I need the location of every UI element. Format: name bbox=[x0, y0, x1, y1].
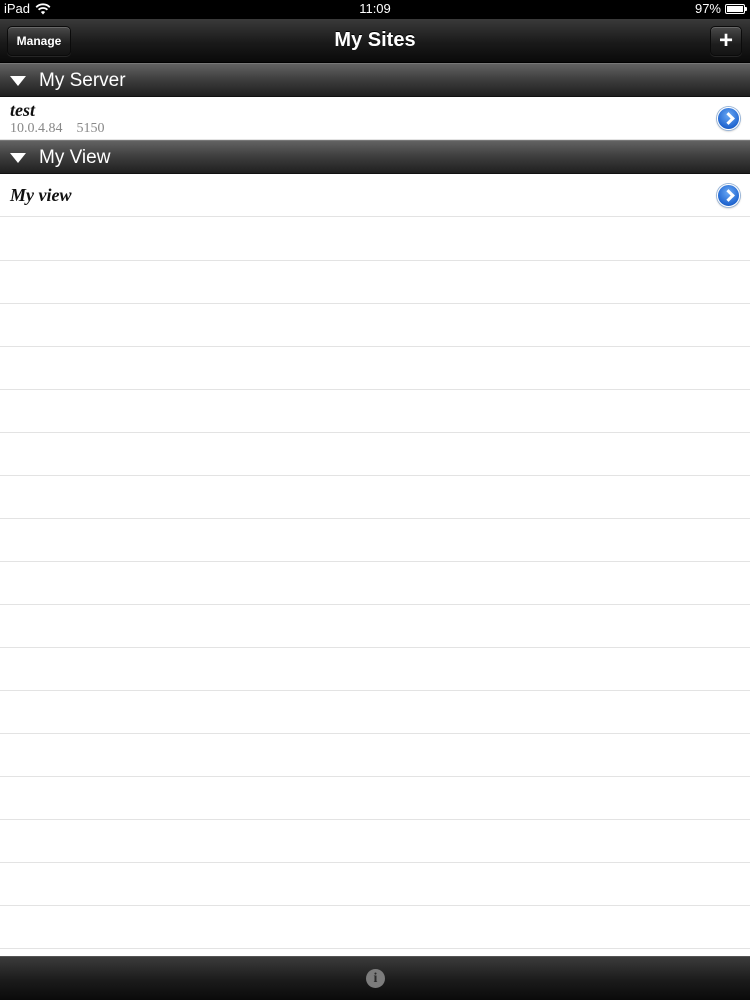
row-separator bbox=[0, 604, 750, 605]
add-button[interactable]: + bbox=[710, 26, 742, 56]
row-separator bbox=[0, 475, 750, 476]
row-separator bbox=[0, 518, 750, 519]
row-separator bbox=[0, 561, 750, 562]
section-header-my-view[interactable]: My View bbox=[0, 140, 750, 174]
battery-fill bbox=[727, 5, 743, 12]
row-separator bbox=[0, 260, 750, 261]
status-bar: iPad 11:09 97% bbox=[0, 0, 750, 19]
row-separator bbox=[0, 862, 750, 863]
row-separator bbox=[0, 948, 750, 949]
row-separator bbox=[0, 389, 750, 390]
site-name: My view bbox=[10, 185, 72, 205]
clock: 11:09 bbox=[359, 1, 391, 16]
row-separator bbox=[0, 647, 750, 648]
row-separator bbox=[0, 432, 750, 433]
row-separator bbox=[0, 690, 750, 691]
battery-percent: 97% bbox=[694, 1, 721, 16]
section-header-my-server[interactable]: My Server bbox=[0, 63, 750, 97]
site-port: 5150 bbox=[76, 121, 105, 136]
disclosure-arrow-icon[interactable] bbox=[717, 184, 740, 207]
triangle-down-icon bbox=[10, 153, 26, 163]
triangle-down-icon bbox=[10, 76, 26, 86]
screen: iPad 11:09 97% Manage My Sites + My Serv… bbox=[0, 0, 750, 1000]
section-title: My Server bbox=[39, 70, 126, 91]
bottom-toolbar: i bbox=[0, 956, 750, 1000]
site-row-test[interactable]: test 10.0.4.84 5150 bbox=[0, 97, 750, 140]
row-separator bbox=[0, 905, 750, 906]
row-separator bbox=[0, 776, 750, 777]
navigation-bar: Manage My Sites + bbox=[0, 19, 750, 63]
site-name: test bbox=[10, 100, 35, 120]
site-row-my-view[interactable]: My view bbox=[0, 174, 750, 217]
row-separator bbox=[0, 819, 750, 820]
row-separator bbox=[0, 303, 750, 304]
section-title: My View bbox=[39, 147, 111, 168]
row-separator bbox=[0, 346, 750, 347]
battery-icon bbox=[725, 3, 747, 14]
info-icon[interactable]: i bbox=[366, 969, 385, 988]
site-address: 10.0.4.84 bbox=[10, 121, 63, 136]
row-separator bbox=[0, 733, 750, 734]
page-title: My Sites bbox=[334, 29, 416, 51]
site-connection: 10.0.4.84 5150 bbox=[10, 121, 105, 137]
disclosure-arrow-icon[interactable] bbox=[717, 107, 740, 130]
